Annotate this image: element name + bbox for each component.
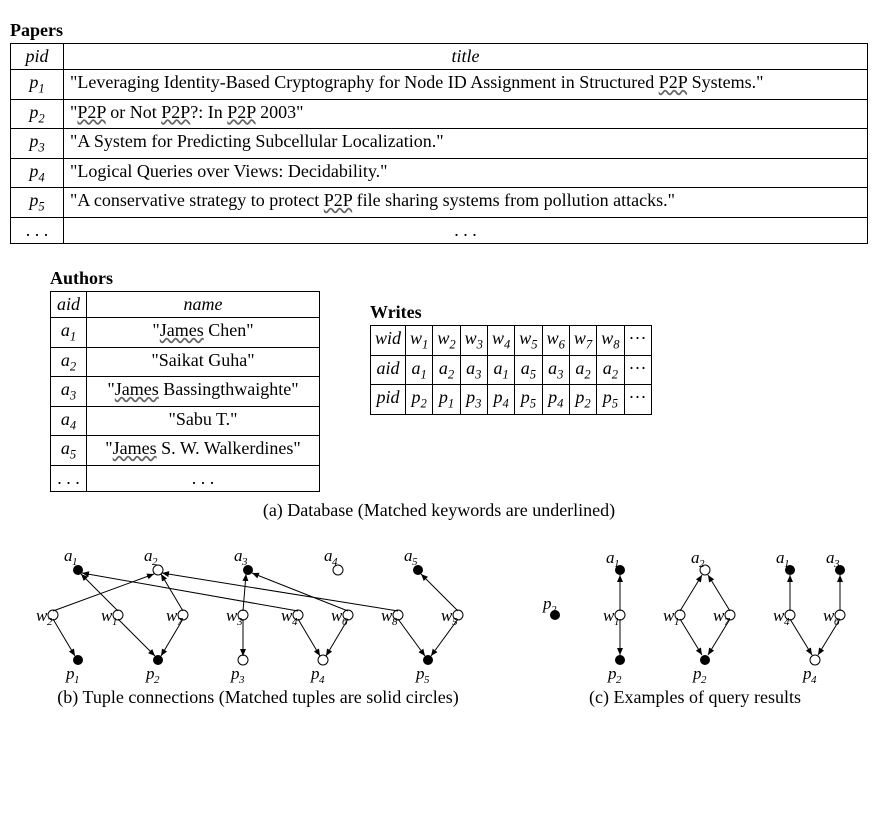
writes-pid: p3 (460, 385, 487, 415)
authors-row-name: "James Bassingthwaighte" (87, 377, 320, 407)
svg-text:4: 4 (784, 616, 790, 628)
svg-text:1: 1 (74, 674, 80, 685)
svg-text:7: 7 (177, 616, 183, 628)
authors-row-name: "James Chen" (87, 317, 320, 347)
writes-wid: w1 (406, 325, 433, 355)
svg-text:1: 1 (112, 616, 118, 628)
authors-header-aid: aid (51, 291, 87, 317)
writes-header-pid: pid (371, 385, 406, 415)
writes-pid: p2 (406, 385, 433, 415)
papers-row-pid: p1 (11, 70, 64, 100)
papers-ellipsis-pid: . . . (11, 217, 64, 243)
caption-a: (a) Database (Matched keywords are under… (10, 500, 868, 521)
papers-table: pid title p1 "Leveraging Identity-Based … (10, 43, 868, 244)
svg-text:5: 5 (412, 556, 418, 568)
papers-row-title: "A System for Predicting Subcellular Loc… (64, 129, 868, 159)
authors-row-name: "Saikat Guha" (87, 347, 320, 377)
svg-text:1: 1 (72, 556, 78, 568)
writes-pid: p5 (515, 385, 542, 415)
authors-label: Authors (50, 268, 320, 289)
svg-text:1: 1 (784, 558, 790, 570)
papers-header-pid: pid (11, 44, 64, 70)
svg-text:8: 8 (392, 616, 398, 628)
writes-aid: a2 (433, 355, 460, 385)
svg-text:1: 1 (674, 616, 680, 628)
svg-text:1: 1 (614, 616, 620, 628)
authors-row-aid: a5 (51, 436, 87, 466)
papers-row-title: "P2P or Not P2P?: In P2P 2003" (64, 99, 868, 129)
svg-text:3: 3 (238, 674, 245, 685)
writes-pid: p2 (569, 385, 596, 415)
papers-row-title: "Leveraging Identity-Based Cryptography … (64, 70, 868, 100)
graph-c: p2 a1 w1 p2 a2 w1 w7 p2 a1 a3 w4 w6 p4 (530, 545, 860, 685)
svg-text:2: 2 (152, 556, 158, 568)
writes-ell: ··· (624, 385, 651, 415)
writes-wid: w3 (460, 325, 487, 355)
writes-header-wid: wid (371, 325, 406, 355)
svg-text:2: 2 (616, 674, 622, 685)
papers-label: Papers (10, 20, 868, 41)
svg-text:6: 6 (834, 616, 840, 628)
writes-pid: p1 (433, 385, 460, 415)
writes-ell: ··· (624, 325, 651, 355)
writes-aid: a1 (487, 355, 514, 385)
svg-text:2: 2 (551, 604, 557, 616)
writes-aid: a2 (597, 355, 624, 385)
writes-header-aid: aid (371, 355, 406, 385)
svg-text:4: 4 (811, 674, 817, 685)
writes-pid: p5 (597, 385, 624, 415)
writes-pid: p4 (487, 385, 514, 415)
writes-wid: w8 (597, 325, 624, 355)
papers-row-pid: p3 (11, 129, 64, 159)
papers-row-pid: p4 (11, 158, 64, 188)
writes-ell: ··· (624, 355, 651, 385)
svg-text:3: 3 (236, 616, 243, 628)
svg-text:4: 4 (319, 674, 325, 685)
papers-header-title: title (64, 44, 868, 70)
writes-aid: a3 (460, 355, 487, 385)
authors-ellipsis-aid: . . . (51, 465, 87, 491)
writes-wid: w6 (542, 325, 569, 355)
papers-ellipsis-title: . . . (64, 217, 868, 243)
svg-text:1: 1 (614, 558, 620, 570)
writes-pid: p4 (542, 385, 569, 415)
svg-text:2: 2 (47, 616, 53, 628)
writes-label: Writes (370, 302, 652, 323)
authors-row-aid: a1 (51, 317, 87, 347)
writes-wid: w2 (433, 325, 460, 355)
authors-row-name: "Sabu T." (87, 406, 320, 436)
writes-wid: w5 (515, 325, 542, 355)
authors-row-aid: a4 (51, 406, 87, 436)
authors-row-aid: a2 (51, 347, 87, 377)
papers-row-title: "Logical Queries over Views: Decidabilit… (64, 158, 868, 188)
svg-text:7: 7 (724, 616, 730, 628)
authors-header-name: name (87, 291, 320, 317)
svg-text:2: 2 (699, 558, 705, 570)
svg-text:5: 5 (424, 674, 430, 685)
caption-b: (b) Tuple connections (Matched tuples ar… (18, 687, 498, 708)
writes-table: wid w1 w2 w3 w4 w5 w6 w7 w8 ··· aid a1 a… (370, 325, 652, 415)
svg-text:4: 4 (292, 616, 298, 628)
svg-text:3: 3 (833, 558, 840, 570)
graph-b: a1 a2 a3 a4 a5 w2 w1 w7 w3 w4 w6 w8 w5 p… (18, 545, 498, 685)
writes-aid: a1 (406, 355, 433, 385)
authors-table: aid name a1 "James Chen" a2 "Saikat Guha… (50, 291, 320, 492)
papers-row-pid: p5 (11, 188, 64, 218)
papers-row-title: "A conservative strategy to protect P2P … (64, 188, 868, 218)
writes-wid: w4 (487, 325, 514, 355)
authors-row-name: "James S. W. Walkerdines" (87, 436, 320, 466)
svg-text:4: 4 (332, 556, 338, 568)
svg-text:2: 2 (701, 674, 707, 685)
svg-text:6: 6 (342, 616, 348, 628)
writes-aid: a3 (542, 355, 569, 385)
writes-aid: a5 (515, 355, 542, 385)
writes-wid: w7 (569, 325, 596, 355)
svg-text:3: 3 (241, 556, 248, 568)
papers-row-pid: p2 (11, 99, 64, 129)
authors-row-aid: a3 (51, 377, 87, 407)
caption-c: (c) Examples of query results (530, 687, 860, 708)
authors-ellipsis-name: . . . (87, 465, 320, 491)
svg-text:2: 2 (154, 674, 160, 685)
writes-aid: a2 (569, 355, 596, 385)
